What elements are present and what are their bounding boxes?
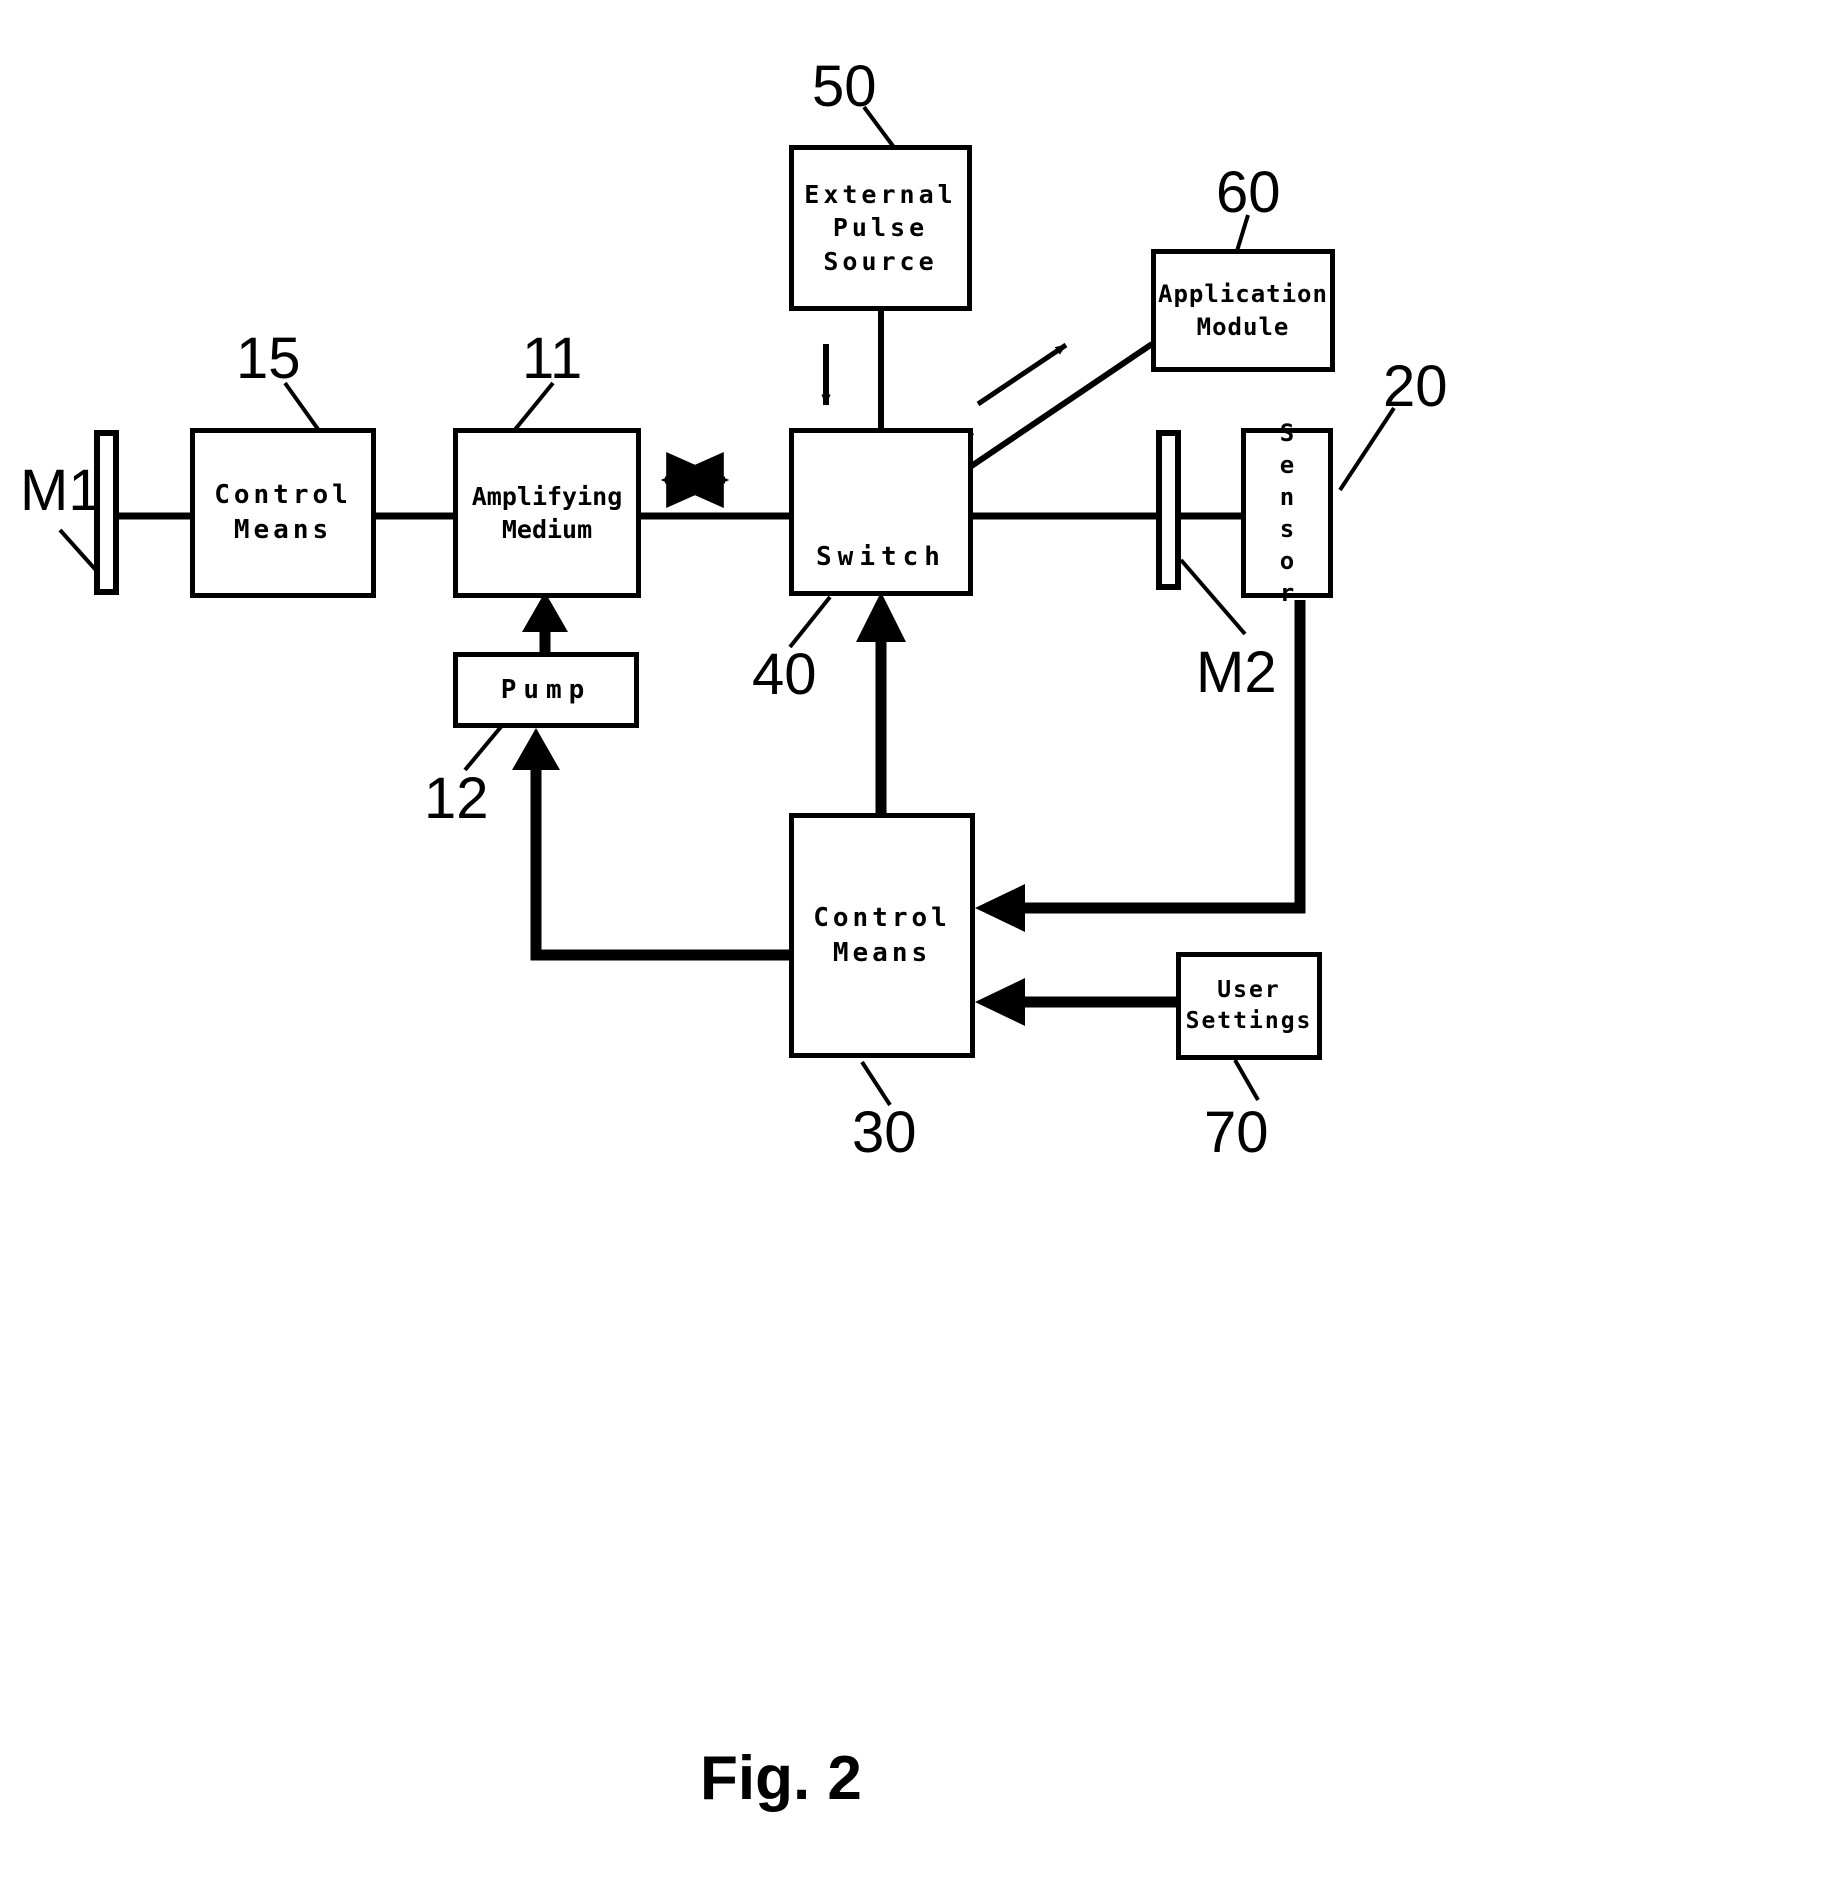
switch-40-box[interactable]: Switch [789, 428, 973, 596]
leader-20 [1338, 406, 1396, 492]
ref-numeral-20: 20 [1383, 354, 1448, 419]
leader-40 [788, 595, 832, 649]
control-means-15-label-line-1: Control [214, 480, 352, 511]
ref-numeral-40: 40 [752, 642, 817, 707]
output-beam-direction-arrow-icon [976, 342, 1068, 407]
amplifying-medium-11-box[interactable]: Amplifying Medium [453, 428, 641, 598]
leader-70 [1233, 1059, 1260, 1101]
switch-label: Switch [816, 542, 946, 573]
connector-pump-to-amplifying-medium [522, 592, 568, 655]
sensor-label-char-5: o [1279, 547, 1295, 576]
control-means-30-label-line-2: Means [832, 937, 932, 968]
user-settings-label-line-2: Settings [1185, 1008, 1313, 1034]
control-means-15-box[interactable]: Control Means [190, 428, 376, 598]
application-module-60-box[interactable]: Application Module [1151, 249, 1335, 372]
connector-control-means-30-to-pump [512, 728, 789, 961]
application-module-label-line-2: Module [1196, 312, 1290, 341]
application-module-label-line-1: Application [1158, 280, 1328, 309]
sensor-label-vertical: S e n s o r [1280, 417, 1294, 610]
external-pulse-source-label-line-1: External [804, 179, 957, 209]
sensor-label-char-2: e [1279, 450, 1295, 479]
leader-30 [860, 1060, 892, 1107]
mirror-m1-label: M1 [20, 458, 101, 523]
figure-caption: Fig. 2 [700, 1744, 862, 1813]
ref-numeral-12: 12 [424, 766, 489, 831]
control-means-30-box[interactable]: Control Means [789, 813, 975, 1058]
mirror-m2 [1156, 430, 1181, 590]
leader-m2 [1179, 558, 1247, 636]
control-means-30-label-line-1: Control [813, 902, 951, 933]
external-pulse-source-label-line-2: Pulse [832, 213, 929, 243]
sensor-label-char-6: r [1279, 579, 1295, 608]
mirror-m2-label: M2 [1196, 640, 1277, 705]
sensor-label-char-3: n [1279, 482, 1295, 511]
sensor-20-box[interactable]: S e n s o r [1241, 419, 1333, 607]
external-pulse-source-50-box[interactable]: External Pulse Source [789, 145, 972, 311]
ref-numeral-60: 60 [1216, 160, 1281, 225]
amplifying-medium-label-line-1: Amplifying [471, 481, 623, 511]
patent-figure-2: Control Means Amplifying Medium Pump Ext… [0, 0, 1845, 1903]
ref-numeral-50: 50 [812, 54, 877, 119]
leader-12 [463, 720, 507, 772]
ref-numeral-15: 15 [236, 326, 301, 391]
ref-numeral-30: 30 [852, 1100, 917, 1165]
ref-numeral-70: 70 [1204, 1100, 1269, 1165]
user-settings-70-box[interactable]: User Settings [1176, 952, 1322, 1060]
pump-12-box[interactable]: Pump [453, 652, 639, 728]
external-pulse-source-label-line-3: Source [823, 246, 938, 276]
connector-user-settings-to-control-means-30 [975, 978, 1176, 1026]
sensor-label-char-4: s [1279, 515, 1295, 543]
amplifying-medium-label-line-2: Medium [501, 515, 593, 544]
pump-label: Pump [500, 674, 592, 705]
sensor-label-char-1: S [1279, 418, 1295, 447]
connector-control-means-30-to-switch [856, 592, 906, 815]
control-means-15-label-line-2: Means [233, 515, 333, 545]
user-settings-label-line-1: User [1217, 977, 1281, 1004]
ref-numeral-11: 11 [522, 326, 583, 391]
